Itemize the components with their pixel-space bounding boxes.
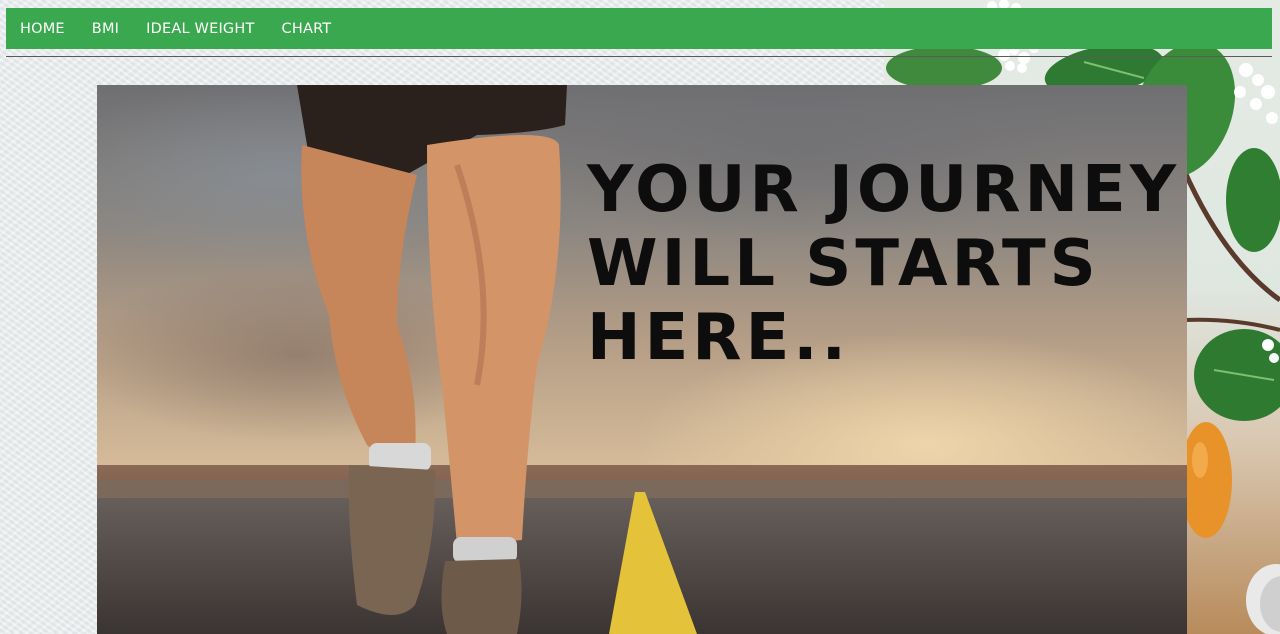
hero-headline-line-1: YOUR JOURNEY	[587, 153, 1181, 227]
nav-divider	[6, 56, 1272, 57]
orange-icon	[1180, 422, 1232, 538]
nav-ideal-weight[interactable]: IDEAL WEIGHT	[146, 21, 254, 37]
hero-headline-line-2: WILL STARTS	[587, 227, 1100, 301]
hero-banner: YOUR JOURNEY WILL STARTS HERE..	[97, 85, 1187, 634]
nav-chart[interactable]: CHART	[282, 21, 332, 37]
nav-bmi[interactable]: BMI	[92, 21, 119, 37]
hero-headline-line-3: HERE..	[587, 301, 850, 375]
main-navbar: HOME BMI IDEAL WEIGHT CHART	[6, 8, 1272, 49]
nav-home[interactable]: HOME	[20, 21, 65, 37]
hero-headline: YOUR JOURNEY WILL STARTS HERE..	[587, 153, 1187, 375]
runner-illustration	[297, 85, 567, 634]
